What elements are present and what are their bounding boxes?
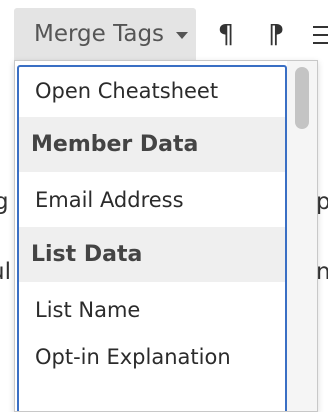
merge-tags-label: Merge Tags — [34, 21, 165, 47]
scrollbar-thumb[interactable] — [295, 67, 309, 129]
paragraph-rtl-icon[interactable]: ⁋ — [262, 18, 290, 52]
list-icon[interactable] — [310, 18, 328, 52]
group-heading-list-data: List Data — [19, 227, 285, 282]
background-text-fragment: ul — [0, 259, 11, 285]
background-text-fragment: g — [0, 189, 9, 215]
merge-tag-opt-in-explanation[interactable]: Opt-in Explanation — [19, 337, 285, 377]
editor-toolbar: Merge Tags ¶ ⁋ — [0, 0, 328, 60]
merge-tags-dropdown: Open Cheatsheet Member Data Email Addres… — [14, 60, 318, 412]
dropdown-scrollbar[interactable] — [287, 61, 317, 411]
merge-tag-email-address[interactable]: Email Address — [19, 172, 285, 227]
merge-tag-open-cheatsheet[interactable]: Open Cheatsheet — [19, 67, 285, 117]
merge-tag-list-name[interactable]: List Name — [19, 282, 285, 337]
paragraph-ltr-icon[interactable]: ¶ — [212, 18, 240, 52]
group-heading-member-data: Member Data — [19, 117, 285, 172]
merge-tags-button[interactable]: Merge Tags — [14, 8, 196, 60]
caret-down-icon — [176, 31, 189, 39]
merge-tags-list[interactable]: Open Cheatsheet Member Data Email Addres… — [17, 65, 287, 411]
